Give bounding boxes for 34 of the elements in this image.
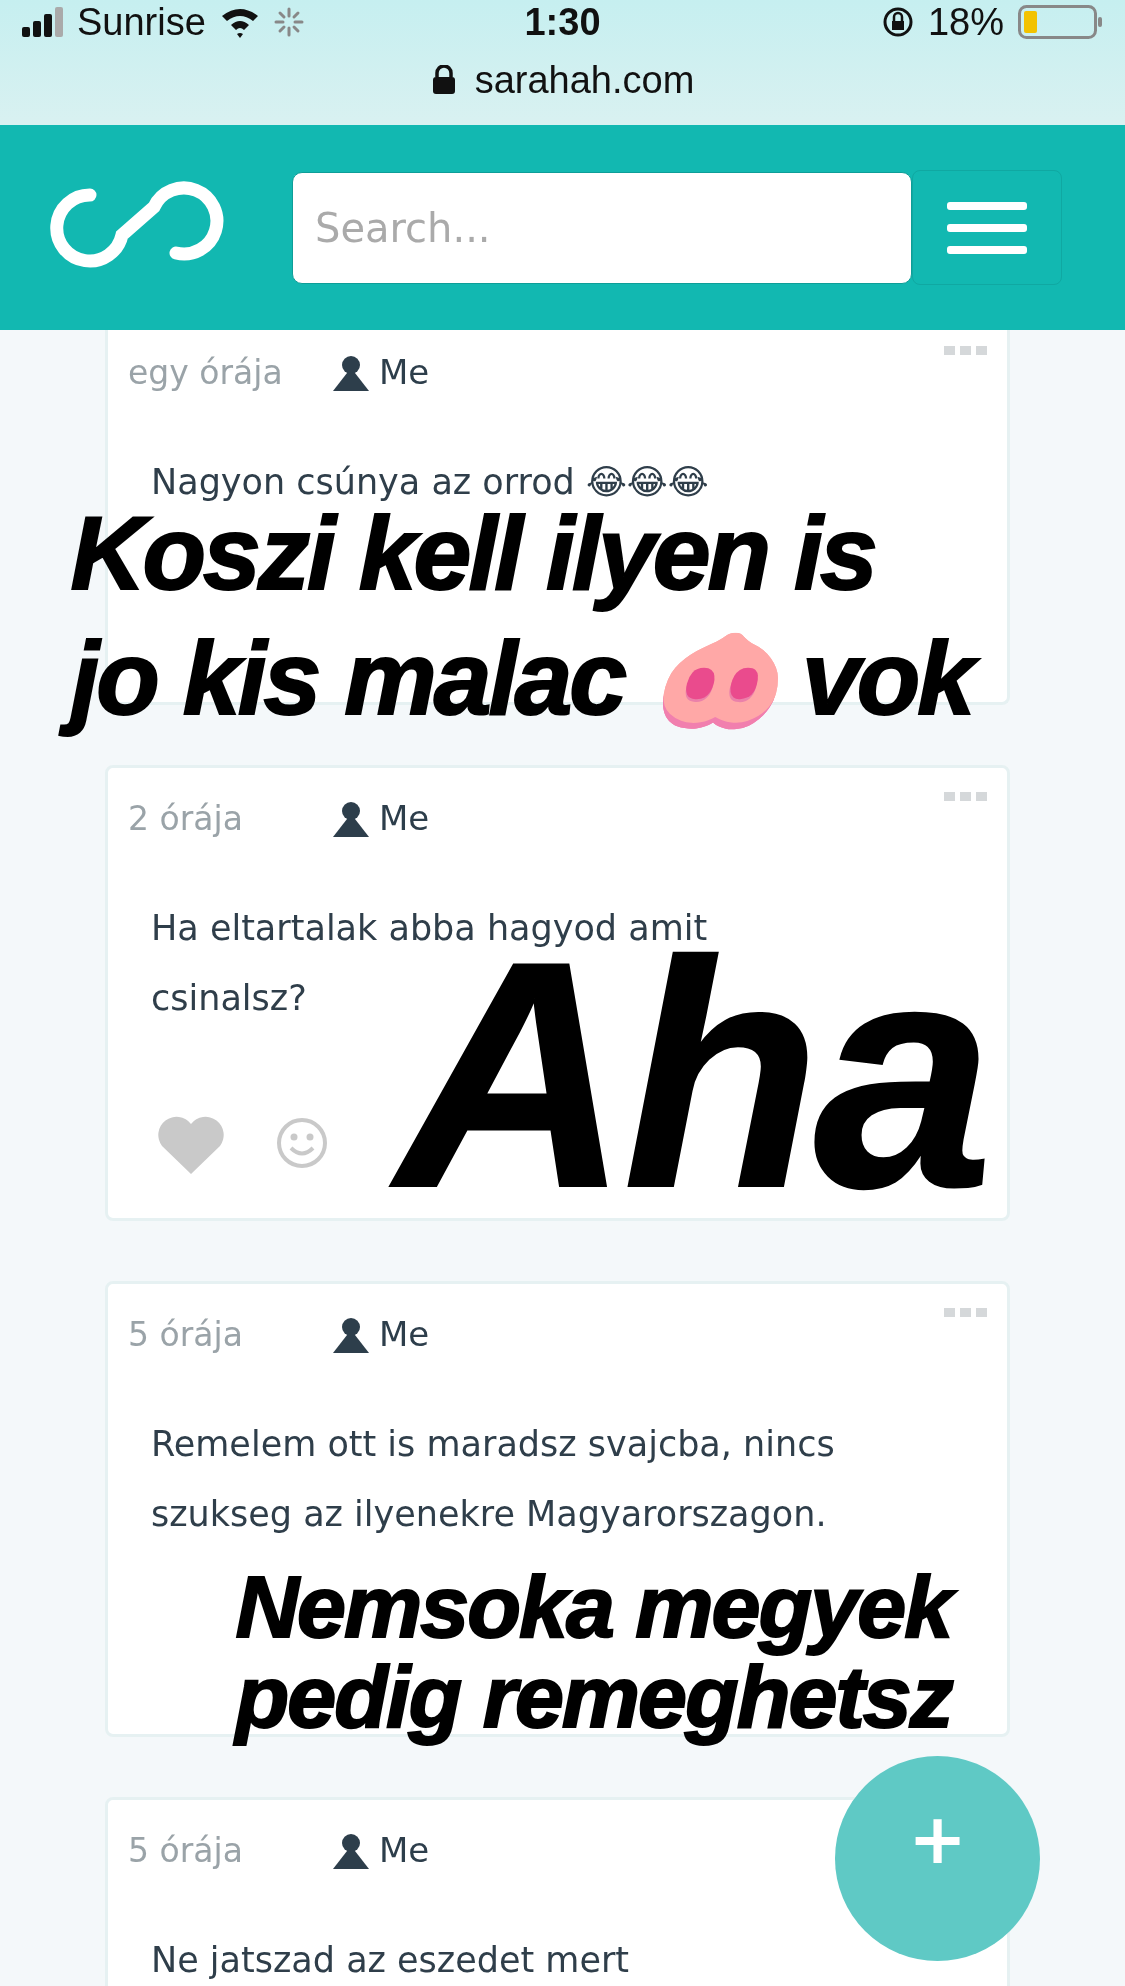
message-time: egy órája xyxy=(128,352,284,392)
caption-text: jo kis malac 🐽 vok xyxy=(58,624,995,750)
carrier-name: Sunrise xyxy=(77,0,206,44)
menu-button[interactable] xyxy=(912,170,1062,285)
signal-icon xyxy=(22,7,63,37)
message-text: Nagyon csúnya az orrod 😂😂😂 xyxy=(151,461,710,504)
search-field[interactable]: Search... xyxy=(292,171,912,284)
message-text: Remelem ott is maradsz svajcba, nincs szukseg az ilyenekre Magyarorszagon. xyxy=(151,1423,836,1536)
loading-spinner-icon xyxy=(273,7,304,37)
message-time: 5 órája xyxy=(128,1314,244,1354)
menu-icon xyxy=(947,201,1027,254)
author-name: Me xyxy=(379,1830,430,1870)
battery-percent: 18% xyxy=(927,0,1004,44)
more-options-icon[interactable] xyxy=(944,346,987,355)
lock-icon xyxy=(430,65,457,95)
author-name: Me xyxy=(379,1314,430,1354)
rotation-lock-icon xyxy=(881,6,914,38)
more-options-icon[interactable] xyxy=(944,792,987,801)
author-name: Me xyxy=(379,352,430,392)
message-text: Ne jatszad az eszedet mert xyxy=(151,1939,631,1982)
caption-text: pedig remeghetsz xyxy=(232,1662,953,1748)
more-options-icon[interactable] xyxy=(944,1308,987,1317)
person-icon xyxy=(333,1315,369,1353)
person-icon xyxy=(333,1831,369,1869)
caption-text: Nemsoka megyek xyxy=(225,1573,971,1663)
battery-icon xyxy=(1018,5,1103,39)
person-icon xyxy=(333,353,369,391)
message-time: 2 órája xyxy=(128,798,244,838)
person-icon xyxy=(333,799,369,837)
author-name: Me xyxy=(379,798,430,838)
smiley-icon[interactable] xyxy=(276,1117,328,1169)
address-url[interactable]: sarahah.com xyxy=(474,58,695,102)
message-time: 5 órája xyxy=(128,1830,244,1870)
clock-time: 1:30 xyxy=(524,0,601,44)
